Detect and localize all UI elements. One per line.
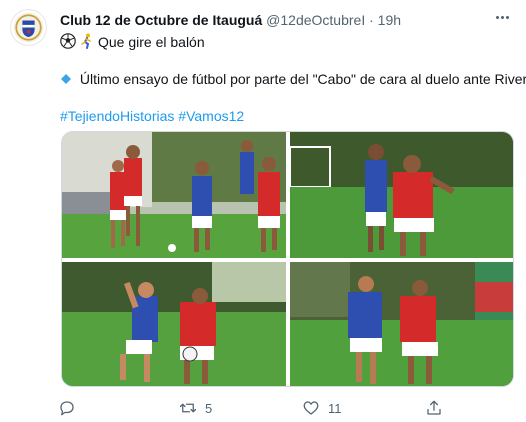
hashtag-tejiendo-historias[interactable]: #TejiendoHistorias	[60, 108, 174, 124]
runner-icon	[80, 33, 94, 53]
tweet-text-line-1: Que gire el balón	[60, 33, 205, 53]
separator-dot: ·	[369, 12, 374, 28]
soccer-ball-icon	[60, 33, 76, 53]
media-grid	[61, 131, 514, 387]
like-icon	[303, 401, 319, 415]
diamond-icon	[60, 71, 72, 89]
hashtag-vamos12[interactable]: #Vamos12	[178, 108, 244, 124]
share-icon	[427, 400, 441, 415]
avatar[interactable]	[10, 9, 47, 46]
training-photo-3[interactable]	[62, 262, 286, 386]
like-count: 11	[328, 400, 342, 416]
reply-icon	[60, 401, 74, 416]
share-button[interactable]	[425, 397, 443, 419]
more-icon[interactable]	[490, 7, 514, 27]
tweet-text-line-2: Último ensayo de fútbol por parte del "C…	[60, 70, 526, 89]
retweet-count: 5	[205, 400, 213, 416]
reply-button[interactable]	[58, 397, 84, 419]
training-photo-2[interactable]	[290, 132, 513, 258]
tweet-card[interactable]: Club 12 de Octubre de Itauguá @12deOctub…	[0, 0, 526, 422]
club-crest-icon	[13, 12, 44, 43]
tweet-text-1: Que gire el balón	[98, 34, 205, 50]
retweet-icon	[179, 403, 197, 413]
author-handle[interactable]: @12deOctubreI	[266, 12, 365, 28]
hashtag-line: #TejiendoHistorias #Vamos12	[60, 107, 244, 125]
action-bar: 5 11	[58, 397, 458, 419]
author-name[interactable]: Club 12 de Octubre de Itauguá	[60, 12, 262, 28]
tweet-time[interactable]: 19h	[378, 12, 401, 28]
tweet-header: Club 12 de Octubre de Itauguá @12deOctub…	[60, 11, 486, 29]
like-button[interactable]: 11	[302, 397, 342, 419]
training-photo-1[interactable]	[62, 132, 286, 258]
training-photo-4[interactable]	[290, 262, 513, 386]
retweet-button[interactable]: 5	[179, 397, 212, 419]
tweet-text-2: Último ensayo de fútbol por parte del "C…	[79, 71, 526, 87]
